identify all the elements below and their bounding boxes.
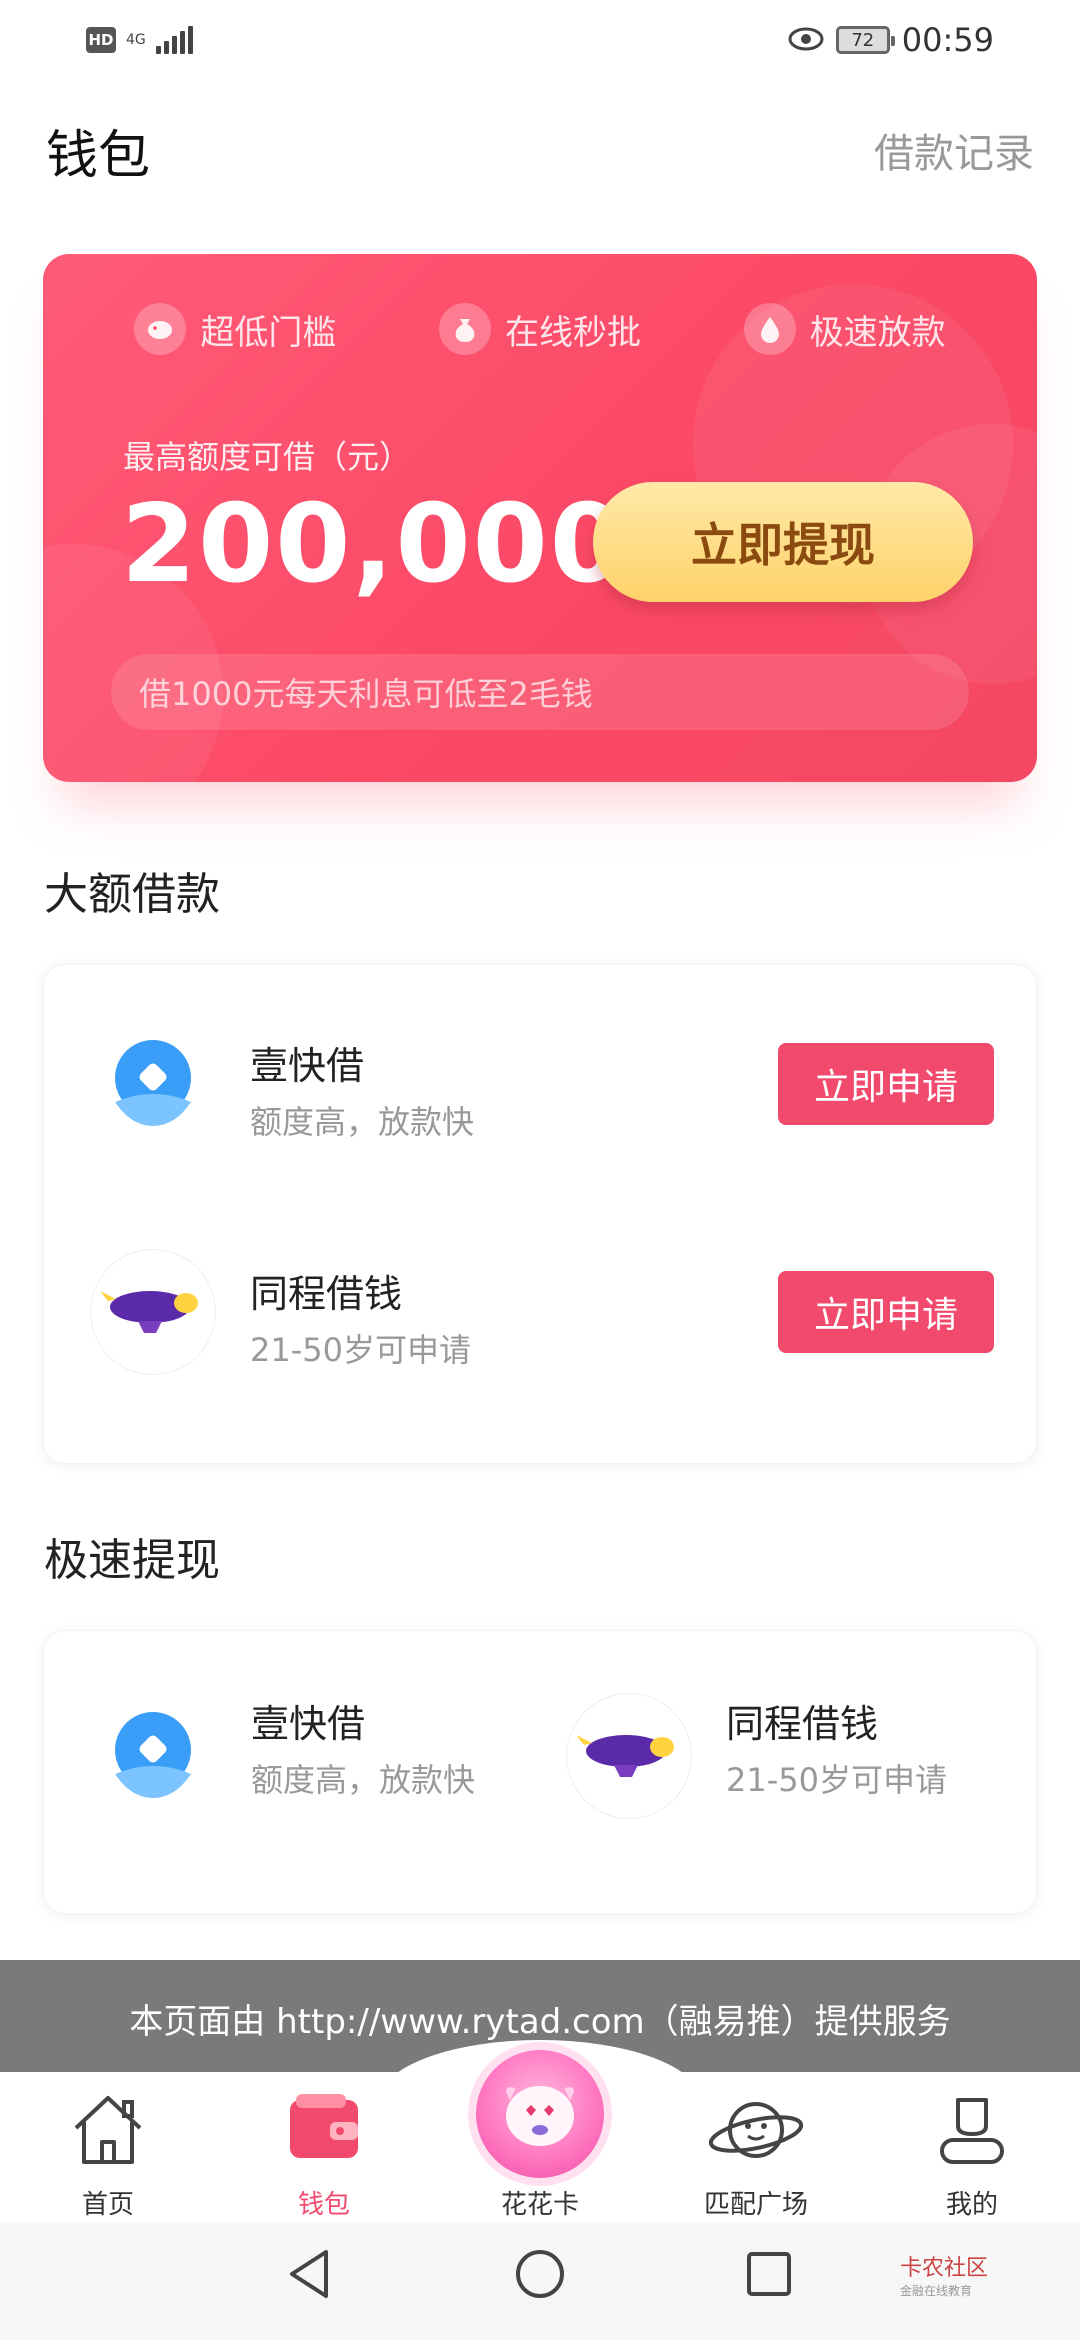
section-title-large-loans: 大额借款 [44,869,220,920]
loan-desc: 额度高，放款快 [250,1103,475,1141]
money-bag-icon [438,303,491,355]
loan-records-link[interactable]: 借款记录 [874,121,1034,179]
mascot-icon[interactable] [476,2050,604,2178]
back-icon[interactable] [284,2246,334,2306]
yikuaijie-logo-icon [90,1021,216,1147]
yikuaijie-logo-icon [90,1693,216,1819]
wallet-icon [286,2092,362,2166]
header: 钱包 借款记录 [0,110,1080,190]
loan-name: 同程借钱 [250,1272,403,1316]
feature-list: 超低门槛 在线秒批 极速放款 [43,294,1037,364]
status-time: 00:59 [901,21,994,59]
status-left: HD 4G [86,26,193,54]
fast-withdraw-card: 壹快借 额度高，放款快 同程借钱 21-50岁可申请 [43,1630,1037,1914]
feature-fast-disbursement: 极速放款 [743,303,946,355]
withdraw-now-button[interactable]: 立即提现 [593,482,973,602]
planet-icon [708,2092,804,2172]
section-title-fast-withdraw: 极速提现 [44,1535,220,1586]
feature-online-approval: 在线秒批 [438,303,641,355]
loan-name: 壹快借 [250,1044,365,1088]
status-right: 72 00:59 [788,21,994,59]
watermark-name: 卡农社区 [900,2256,989,2281]
loan-desc: 21-50岁可申请 [726,1761,947,1799]
interest-note: 借1000元每天利息可低至2毛钱 [111,654,969,730]
feature-label: 超低门槛 [200,312,337,353]
tongcheng-logo-icon [566,1693,692,1819]
watermark: 卡农社区 金融在线教育 [900,2250,988,2299]
loan-name: 壹快借 [251,1702,366,1746]
tongcheng-logo-icon [90,1249,216,1375]
hd-badge: HD [86,27,116,53]
apply-button[interactable]: 立即申请 [778,1043,994,1125]
feature-label: 极速放款 [809,312,946,353]
tab-home[interactable]: 首页 [0,2072,216,2222]
tab-label: 匹配广场 [703,2190,808,2220]
tab-wallet[interactable]: 钱包 [216,2072,432,2222]
feature-low-threshold: 超低门槛 [134,303,336,355]
amount-label: 最高额度可借（元） [123,438,412,476]
tab-profile[interactable]: 我的 [864,2072,1080,2222]
apply-button[interactable]: 立即申请 [778,1271,994,1353]
home-button-icon[interactable] [512,2246,568,2306]
piggy-bank-icon [134,303,187,355]
tab-label: 首页 [81,2190,134,2220]
drop-icon [743,303,796,355]
tab-label: 花花卡 [500,2190,579,2220]
fast-item-tongcheng[interactable]: 同程借钱 21-50岁可申请 [514,1693,1038,1853]
loan-item-tongcheng[interactable]: 同程借钱 21-50岁可申请 立即申请 [44,1233,1038,1393]
watermark-sub: 金融在线教育 [900,2284,973,2298]
promo-card: 超低门槛 在线秒批 极速放款 最高额度可借（元） 200,000 立即提现 借1… [43,254,1037,782]
large-loans-card: 壹快借 额度高，放款快 立即申请 同程借钱 21-50岁可申请 立即申请 [43,964,1037,1464]
loan-desc: 额度高，放款快 [251,1761,476,1799]
loan-desc: 21-50岁可申请 [250,1331,471,1369]
status-bar: HD 4G 72 00:59 [0,0,1080,80]
home-icon [68,2092,148,2172]
tab-match-square[interactable]: 匹配广场 [648,2072,864,2222]
loan-name: 同程借钱 [726,1702,879,1746]
eye-icon [788,21,824,59]
profile-icon [934,2092,1010,2172]
recent-apps-icon[interactable] [744,2246,794,2306]
fast-item-yikuaijie[interactable]: 壹快借 额度高，放款快 [44,1693,514,1853]
network-type: 4G [126,32,146,48]
signal-icon [155,26,193,54]
page-title: 钱包 [46,125,151,186]
tab-label: 我的 [945,2190,998,2220]
feature-label: 在线秒批 [504,312,641,353]
tab-label: 钱包 [297,2190,350,2220]
loan-item-yikuaijie[interactable]: 壹快借 额度高，放款快 立即申请 [44,1005,1038,1165]
battery-icon: 72 [835,26,895,54]
max-amount: 200,000 [121,482,627,607]
